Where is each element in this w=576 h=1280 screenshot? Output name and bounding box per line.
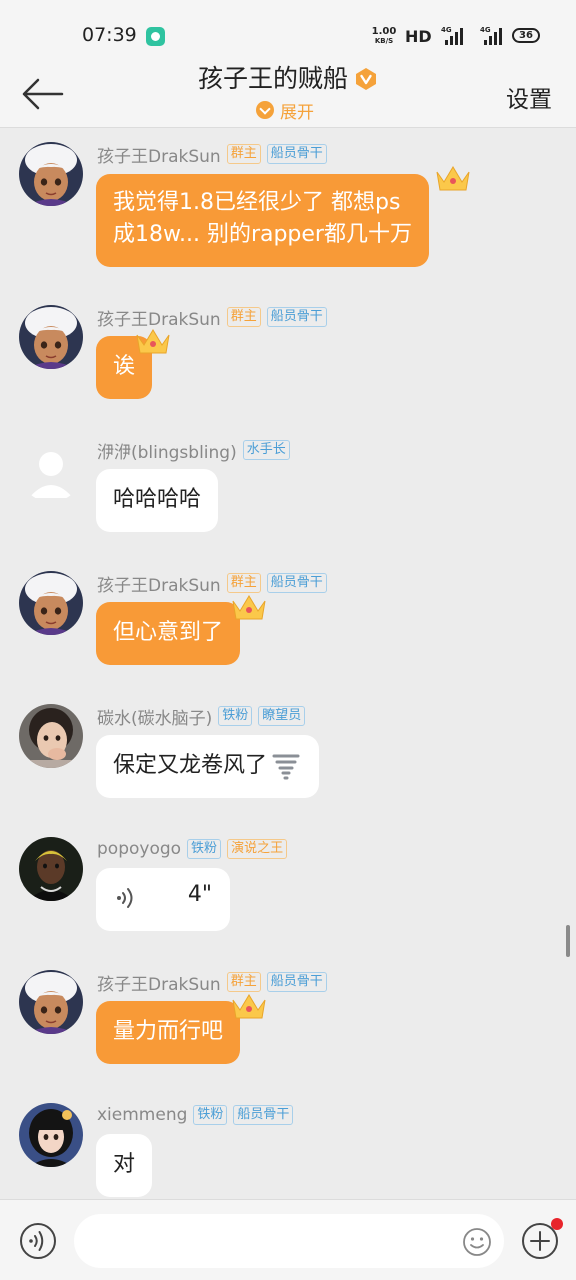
avatar[interactable] (19, 142, 83, 206)
group-title-wrap: 孩子王的贼船 (0, 64, 576, 94)
network-speed: 1.00 KB/S (370, 26, 398, 46)
sender-row: 孩子王DrakSun 群主 船员骨干 (97, 970, 327, 995)
battery-icon: 36 (512, 28, 540, 43)
message-bubble[interactable]: 哈哈哈哈 (96, 469, 219, 532)
role-tag: 船员骨干 (266, 307, 327, 327)
sender-name[interactable]: 洢洢(blingsbling) (97, 438, 237, 463)
crown-icon (232, 595, 266, 620)
message-input[interactable] (74, 1214, 504, 1268)
sender-row: 碳水(碳水脑子) 铁粉 瞭望员 (97, 704, 306, 729)
input-bar (0, 1199, 576, 1280)
avatar[interactable] (19, 1103, 83, 1167)
crown-icon (436, 166, 470, 191)
chat-header: 孩子王的贼船 展开 设置 (0, 64, 576, 128)
notification-dot (551, 1218, 563, 1230)
sender-name[interactable]: 孩子王DrakSun (97, 970, 221, 995)
chat-screen: 07:39 1.00 KB/S HD 4G 4G 36 孩子王的贼船 展开 设置… (0, 0, 576, 1280)
role-tag: 群主 (226, 144, 261, 164)
expand-label: 展开 (280, 102, 314, 123)
status-time: 07:39 (82, 24, 137, 46)
voice-input-icon[interactable] (19, 1222, 57, 1260)
network-speed-unit: KB/S (374, 37, 394, 45)
crown-icon (136, 329, 170, 354)
message-text: 我觉得1.8已经很少了 都想ps (113, 190, 401, 215)
app-notification-icon (146, 27, 165, 46)
message-text: 对 (113, 1152, 136, 1177)
voice-wave-icon (117, 888, 133, 908)
message-text: 量力而行吧 (113, 1019, 224, 1044)
avatar[interactable] (19, 305, 83, 369)
avatar[interactable] (19, 571, 83, 635)
avatar[interactable] (19, 704, 83, 768)
emoji-icon[interactable] (462, 1227, 492, 1257)
message-text: 成18w... 别的rapper都几十万 (113, 222, 412, 247)
sender-row: xiemmeng 铁粉 船员骨干 (97, 1104, 294, 1126)
message-text: 保定又龙卷风了 (113, 753, 268, 778)
sender-row: popoyogo 铁粉 演说之王 (97, 838, 288, 860)
role-tag: 铁粉 (193, 1105, 228, 1125)
sender-name[interactable]: 孩子王DrakSun (97, 142, 221, 167)
message-bubble[interactable]: 量力而行吧 (96, 1001, 241, 1064)
sender-name[interactable]: 孩子王DrakSun (97, 571, 221, 596)
role-tag: 船员骨干 (266, 573, 327, 593)
signal-sim1-icon (445, 28, 463, 45)
tornado-emoji-icon (272, 754, 300, 780)
group-title: 孩子王的贼船 (197, 64, 348, 93)
role-tag: 瞭望员 (258, 706, 306, 726)
avatar[interactable] (19, 837, 83, 901)
role-tag: 水手长 (242, 440, 290, 460)
message-list[interactable]: 孩子王DrakSun 群主 船员骨干 我觉得1.8已经很少了 都想ps 成18w… (0, 129, 576, 1199)
sender-row: 洢洢(blingsbling) 水手长 (97, 438, 290, 463)
message-bubble[interactable]: 对 (96, 1134, 153, 1197)
settings-button[interactable]: 设置 (506, 80, 552, 114)
role-tag: 船员骨干 (233, 1105, 294, 1125)
role-tag: 船员骨干 (266, 972, 327, 992)
sender-name[interactable]: popoyogo (97, 839, 181, 859)
message-bubble[interactable]: 保定又龙卷风了 (96, 735, 320, 798)
scrollbar-thumb[interactable] (566, 925, 570, 957)
message-text: 但心意到了 (113, 620, 224, 645)
sender-name[interactable]: 碳水(碳水脑子) (97, 704, 212, 729)
chevron-down-icon (256, 101, 274, 119)
role-tag: 群主 (226, 573, 261, 593)
message-bubble[interactable]: 但心意到了 (96, 602, 241, 665)
crown-icon (232, 994, 266, 1019)
expand-toggle[interactable]: 展开 (256, 99, 314, 123)
hd-indicator: HD (405, 27, 432, 46)
role-tag: 群主 (226, 972, 261, 992)
sender-name[interactable]: xiemmeng (97, 1105, 187, 1125)
network-speed-value: 1.00 (371, 26, 397, 37)
voice-message-bubble[interactable]: 4" (96, 868, 230, 931)
role-tag: 演说之王 (227, 839, 288, 859)
role-tag: 铁粉 (218, 706, 253, 726)
status-bar: 07:39 1.00 KB/S HD 4G 4G 36 (0, 0, 576, 64)
signal-sim2-icon (484, 28, 502, 45)
role-tag: 铁粉 (187, 839, 222, 859)
message-text: 哈哈哈哈 (113, 487, 202, 512)
sender-row: 孩子王DrakSun 群主 船员骨干 (97, 306, 327, 330)
message-text: 诶 (113, 354, 136, 379)
voice-duration: 4" (187, 882, 212, 907)
avatar[interactable] (19, 970, 83, 1034)
sender-row: 孩子王DrakSun 群主 船员骨干 (97, 142, 327, 167)
role-tag: 群主 (226, 307, 261, 327)
role-tag: 船员骨干 (266, 144, 327, 164)
message-bubble[interactable]: 我觉得1.8已经很少了 都想ps 成18w... 别的rapper都几十万 (96, 174, 429, 267)
avatar[interactable] (19, 438, 83, 502)
sender-row: 孩子王DrakSun 群主 船员骨干 (97, 571, 327, 596)
verified-badge-icon (356, 68, 376, 90)
